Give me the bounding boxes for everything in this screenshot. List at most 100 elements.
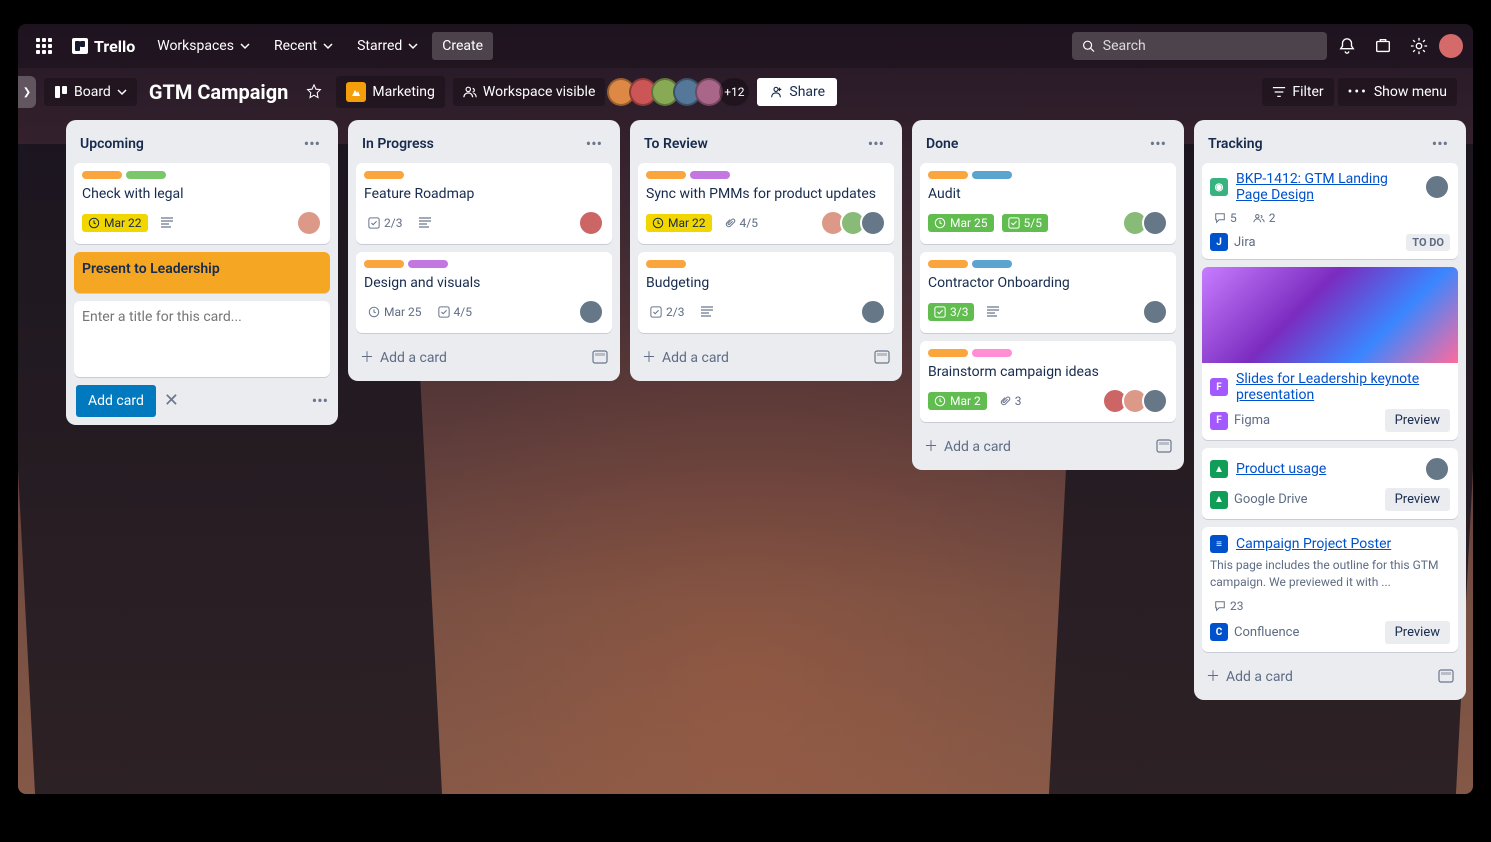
figma-icon: F bbox=[1210, 378, 1228, 396]
card[interactable]: F Slides for Leadership keynote presenta… bbox=[1202, 267, 1458, 440]
due-badge: Mar 25 bbox=[364, 303, 426, 321]
due-badge[interactable]: Mar 25 bbox=[928, 214, 994, 232]
share-button[interactable]: Share bbox=[757, 78, 837, 106]
view-switcher[interactable]: Board bbox=[44, 78, 137, 106]
card[interactable]: Audit Mar 25 5/5 bbox=[920, 163, 1176, 244]
list-title[interactable]: Tracking bbox=[1208, 136, 1263, 152]
due-badge[interactable]: Mar 2 bbox=[928, 392, 987, 410]
member-avatar[interactable] bbox=[578, 210, 604, 236]
label-blue[interactable] bbox=[972, 171, 1012, 179]
list-menu-icon[interactable]: ••• bbox=[582, 132, 606, 155]
card[interactable]: Check with legal Mar 22 bbox=[74, 163, 330, 244]
card[interactable]: ◉ BKP-1412: GTM Landing Page Design 5 2 … bbox=[1202, 163, 1458, 259]
member-avatar[interactable] bbox=[1142, 210, 1168, 236]
filter-button[interactable]: Filter bbox=[1262, 78, 1333, 106]
card-link[interactable]: Campaign Project Poster bbox=[1236, 536, 1391, 552]
add-card-button[interactable]: Add card bbox=[76, 385, 156, 417]
sidebar-expand-icon[interactable]: ❯ bbox=[18, 76, 36, 108]
list-menu-icon[interactable]: ••• bbox=[300, 132, 324, 155]
list-menu-icon[interactable]: ••• bbox=[864, 132, 888, 155]
star-board-icon[interactable] bbox=[300, 78, 328, 106]
add-card-link[interactable]: ＋Add a card bbox=[920, 430, 1176, 462]
template-icon[interactable] bbox=[874, 350, 890, 364]
label-orange[interactable] bbox=[928, 260, 968, 268]
label-orange[interactable] bbox=[646, 171, 686, 179]
list-title[interactable]: To Review bbox=[644, 136, 708, 152]
search-input[interactable] bbox=[1103, 38, 1317, 54]
list-menu-icon[interactable]: ••• bbox=[1428, 132, 1452, 155]
label-orange[interactable] bbox=[928, 349, 968, 357]
label-green[interactable] bbox=[126, 171, 166, 179]
template-icon[interactable] bbox=[1438, 669, 1454, 683]
card[interactable]: Feature Roadmap 2/3 bbox=[356, 163, 612, 244]
list-title[interactable]: In Progress bbox=[362, 136, 434, 152]
preview-button[interactable]: Preview bbox=[1385, 488, 1450, 511]
member-avatar[interactable] bbox=[1424, 174, 1450, 200]
nav-starred[interactable]: Starred bbox=[347, 32, 428, 60]
label-purple[interactable] bbox=[408, 260, 448, 268]
member-avatar[interactable] bbox=[1142, 299, 1168, 325]
label-pink[interactable] bbox=[972, 349, 1012, 357]
board-view-icon bbox=[54, 85, 68, 99]
list-menu-icon[interactable]: ••• bbox=[1146, 132, 1170, 155]
more-members-count[interactable]: +12 bbox=[719, 78, 749, 106]
people-icon bbox=[463, 85, 477, 99]
card[interactable]: Design and visuals Mar 25 4/5 bbox=[356, 252, 612, 333]
preview-button[interactable]: Preview bbox=[1385, 621, 1450, 644]
due-badge[interactable]: Mar 22 bbox=[646, 214, 712, 232]
member-avatar[interactable] bbox=[860, 299, 886, 325]
template-icon[interactable] bbox=[592, 350, 608, 364]
board-canvas[interactable]: Upcoming ••• Check with legal Mar 22 Pre… bbox=[18, 116, 1473, 710]
card-link[interactable]: Slides for Leadership keynote presentati… bbox=[1236, 371, 1450, 403]
member-avatar[interactable] bbox=[296, 210, 322, 236]
card-selected[interactable]: Present to Leadership bbox=[74, 252, 330, 293]
create-button[interactable]: Create bbox=[432, 32, 493, 60]
label-orange[interactable] bbox=[646, 260, 686, 268]
label-orange[interactable] bbox=[364, 260, 404, 268]
plus-icon: ＋ bbox=[924, 439, 938, 455]
nav-recent[interactable]: Recent bbox=[264, 32, 343, 60]
board-title[interactable]: GTM Campaign bbox=[145, 80, 293, 104]
label-blue[interactable] bbox=[972, 260, 1012, 268]
card-link[interactable]: Product usage bbox=[1236, 461, 1326, 477]
app-switcher-icon[interactable] bbox=[28, 30, 60, 62]
compose-options-icon[interactable]: ••• bbox=[312, 391, 328, 410]
label-orange[interactable] bbox=[928, 171, 968, 179]
list-title[interactable]: Done bbox=[926, 136, 958, 152]
visibility-button[interactable]: Workspace visible bbox=[453, 78, 605, 106]
member-avatar[interactable] bbox=[860, 210, 886, 236]
label-orange[interactable] bbox=[364, 171, 404, 179]
preview-button[interactable]: Preview bbox=[1385, 409, 1450, 432]
card[interactable]: Budgeting 2/3 bbox=[638, 252, 894, 333]
add-card-link[interactable]: ＋Add a card bbox=[638, 341, 894, 373]
plus-icon: ＋ bbox=[642, 350, 656, 366]
due-badge[interactable]: Mar 22 bbox=[82, 214, 148, 232]
member-avatar[interactable] bbox=[1142, 388, 1168, 414]
info-icon[interactable] bbox=[1367, 30, 1399, 62]
user-avatar[interactable] bbox=[1439, 34, 1463, 58]
template-icon[interactable] bbox=[1156, 439, 1172, 453]
label-purple[interactable] bbox=[690, 171, 730, 179]
member-avatar[interactable] bbox=[1424, 456, 1450, 482]
member-avatar[interactable] bbox=[578, 299, 604, 325]
card[interactable]: Contractor Onboarding 3/3 bbox=[920, 252, 1176, 333]
board-members[interactable]: +12 bbox=[613, 78, 749, 106]
workspace-link[interactable]: Marketing bbox=[336, 76, 445, 108]
add-card-link[interactable]: ＋Add a card bbox=[1202, 660, 1458, 692]
notifications-icon[interactable] bbox=[1331, 30, 1363, 62]
add-card-link[interactable]: ＋Add a card bbox=[356, 341, 612, 373]
nav-workspaces[interactable]: Workspaces bbox=[147, 32, 260, 60]
close-icon[interactable]: ✕ bbox=[164, 390, 179, 411]
card[interactable]: ▲ Product usage ▲Google Drive Preview bbox=[1202, 448, 1458, 519]
settings-icon[interactable] bbox=[1403, 30, 1435, 62]
label-orange[interactable] bbox=[82, 171, 122, 179]
card[interactable]: Brainstorm campaign ideas Mar 2 3 bbox=[920, 341, 1176, 422]
show-menu-button[interactable]: ••• Show menu bbox=[1338, 78, 1457, 106]
search-box[interactable] bbox=[1072, 32, 1327, 60]
trello-logo[interactable]: Trello bbox=[64, 37, 143, 56]
new-card-input[interactable] bbox=[82, 309, 322, 365]
card[interactable]: Sync with PMMs for product updates Mar 2… bbox=[638, 163, 894, 244]
list-title[interactable]: Upcoming bbox=[80, 136, 144, 152]
card-link[interactable]: BKP-1412: GTM Landing Page Design bbox=[1236, 171, 1422, 203]
card[interactable]: ≡ Campaign Project Poster This page incl… bbox=[1202, 527, 1458, 652]
